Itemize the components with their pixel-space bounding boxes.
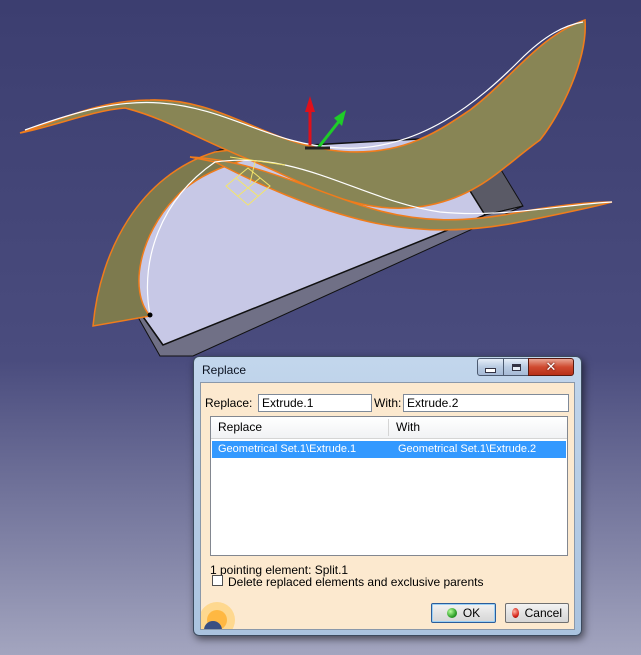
- with-label: With:: [374, 396, 402, 410]
- dialog-body: Replace: Extrude.1 With: Extrude.2 Repla…: [200, 382, 575, 630]
- replace-label: Replace:: [205, 396, 253, 410]
- row-with-cell: Geometrical Set.1\Extrude.2: [398, 443, 537, 455]
- cancel-button[interactable]: Cancel: [505, 603, 569, 623]
- curve-endpoint[interactable]: [147, 312, 153, 318]
- replace-dialog: Replace ✕ Replace: Extrude.1 With: Extru…: [193, 356, 582, 636]
- axis-icon[interactable]: [305, 96, 346, 150]
- replace-table[interactable]: Replace With Geometrical Set.1\Extrude.1…: [210, 416, 568, 556]
- catia-logo-icon: [201, 602, 235, 629]
- cancel-icon: [512, 608, 519, 618]
- maximize-icon: [511, 363, 521, 371]
- dialog-title: Replace: [202, 363, 247, 377]
- minimize-button[interactable]: [477, 358, 504, 376]
- with-input[interactable]: Extrude.2: [403, 394, 569, 412]
- ok-label: OK: [462, 606, 481, 620]
- column-header-with[interactable]: With: [396, 420, 420, 434]
- table-row[interactable]: Geometrical Set.1\Extrude.1 Geometrical …: [212, 441, 566, 458]
- ok-icon: [446, 608, 457, 618]
- column-divider[interactable]: [388, 419, 389, 436]
- close-button[interactable]: ✕: [528, 358, 574, 376]
- ok-button[interactable]: OK: [431, 603, 496, 623]
- cancel-label: Cancel: [524, 606, 562, 620]
- table-header: Replace With: [211, 417, 567, 439]
- maximize-button[interactable]: [503, 358, 529, 376]
- close-icon: ✕: [545, 359, 557, 375]
- delete-replaced-checkbox[interactable]: [212, 575, 223, 586]
- minimize-icon: [485, 367, 496, 373]
- replace-input[interactable]: Extrude.1: [258, 394, 372, 412]
- column-header-replace[interactable]: Replace: [218, 420, 262, 434]
- delete-replaced-label[interactable]: Delete replaced elements and exclusive p…: [228, 575, 483, 589]
- row-replace-cell: Geometrical Set.1\Extrude.1: [218, 443, 357, 455]
